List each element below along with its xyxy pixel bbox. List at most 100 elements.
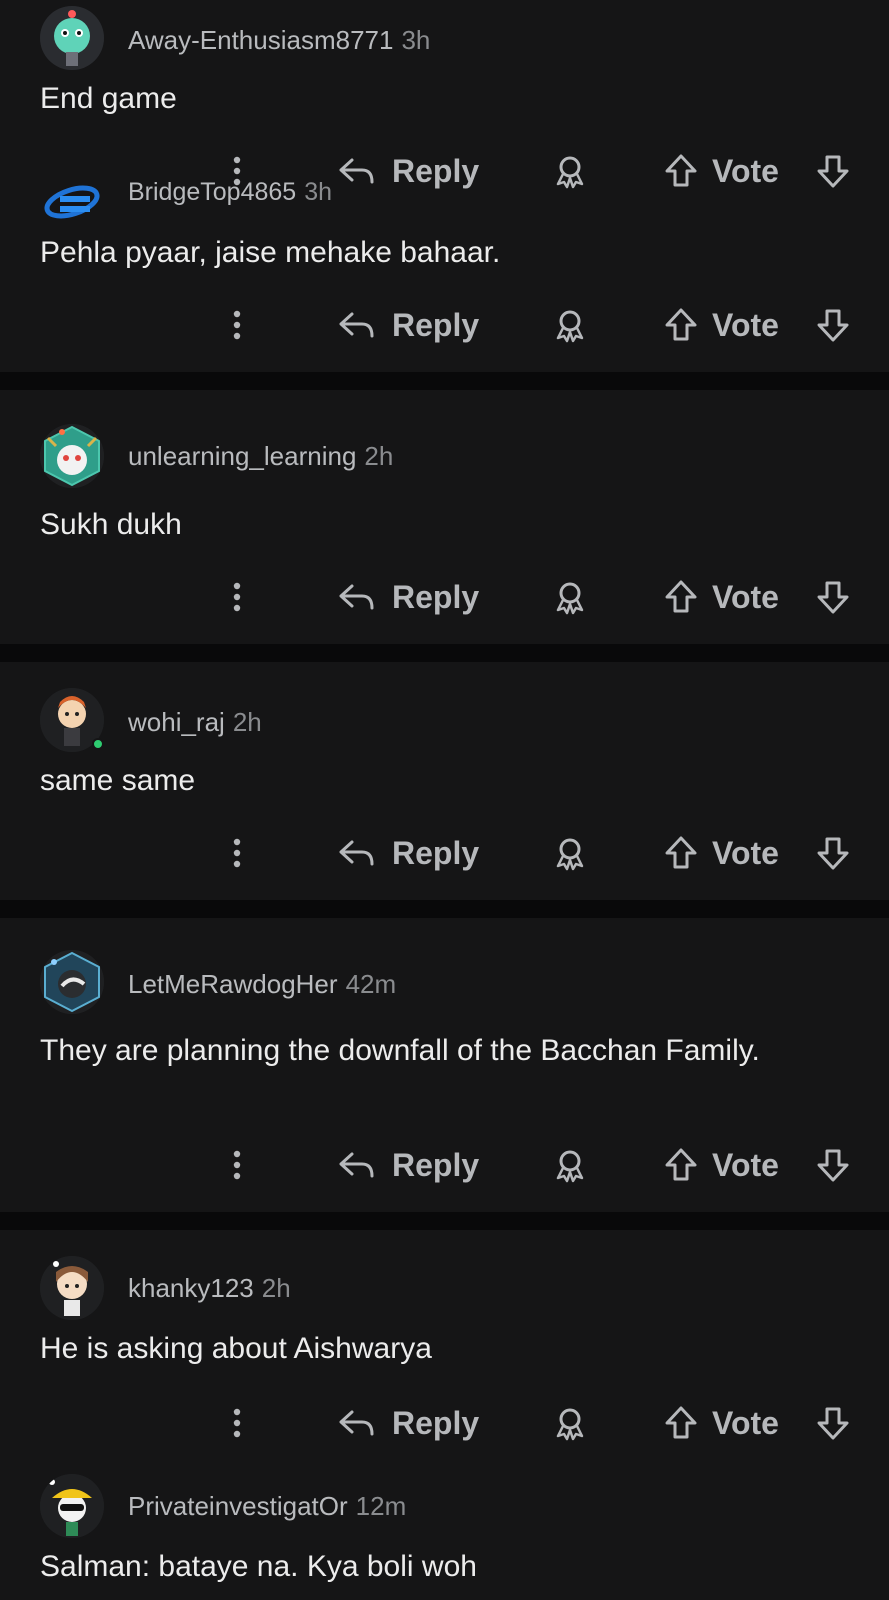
avatar[interactable] [40,424,104,488]
more-vertical-icon [233,1408,241,1438]
downvote-button[interactable] [816,1398,850,1448]
comment-meta: PrivateinvestigatOr 12m [128,1490,406,1522]
downvote-arrow-icon [817,1407,849,1440]
upvote-button[interactable]: Vote [664,146,779,196]
award-icon [556,156,584,189]
downvote-arrow-icon [817,155,849,188]
username[interactable]: wohi_raj [128,707,225,737]
more-options-button[interactable] [222,1398,252,1448]
award-button[interactable] [552,146,588,196]
timestamp: 2h [364,441,394,471]
avatar[interactable] [40,950,104,1014]
more-vertical-icon [233,582,241,612]
award-button[interactable] [552,1398,588,1448]
vote-label: Vote [712,152,779,189]
avatar[interactable] [40,1474,104,1538]
reply-button[interactable]: Reply [338,300,479,350]
more-options-button[interactable] [222,1140,252,1190]
username[interactable]: Away-Enthusiasm8771 [128,25,393,55]
comment-actions: Reply Vote [0,828,889,878]
reply-button[interactable]: Reply [338,1140,479,1190]
more-options-button[interactable] [222,828,252,878]
online-status-indicator [92,738,104,750]
timestamp: 3h [304,178,333,206]
comment-actions: Reply Vote [0,1140,889,1190]
timestamp: 42m [345,969,397,999]
more-options-button[interactable] [222,300,252,350]
avatar[interactable] [40,6,104,70]
upvote-button[interactable]: Vote [664,1398,779,1448]
comment-divider [0,644,889,662]
avatar[interactable] [40,178,110,222]
award-icon [556,582,584,615]
comment-divider [0,372,889,390]
comment-actions: Reply Vote [0,300,889,350]
comment-meta: Away-Enthusiasm8771 3h [128,24,430,56]
downvote-arrow-icon [817,837,849,870]
more-vertical-icon [233,1150,241,1180]
vote-label: Vote [712,306,779,343]
comment-text: same same [40,764,196,797]
reply-button[interactable]: Reply [338,146,479,196]
award-button[interactable] [552,828,588,878]
comment-actions: Reply Vote [0,572,889,622]
upvote-button[interactable]: Vote [664,300,779,350]
comment-meta: wohi_raj 2h [128,706,262,738]
comment-text: End game [40,82,177,115]
reply-button[interactable]: Reply [338,1398,479,1448]
username[interactable]: LetMeRawdogHer [128,969,338,999]
timestamp: 2h [261,1273,291,1303]
username[interactable]: khanky123 [128,1273,254,1303]
more-vertical-icon [233,838,241,868]
upvote-arrow-icon [665,836,697,869]
upvote-button[interactable]: Vote [664,828,779,878]
award-button[interactable] [552,300,588,350]
username[interactable]: BridgeTop4865 [128,178,296,206]
username[interactable]: unlearning_learning [128,441,356,471]
comment-text: They are planning the downfall of the Ba… [40,1034,760,1067]
award-icon [556,1150,584,1183]
username[interactable]: PrivateinvestigatOr [128,1491,348,1521]
comment-text: Sukh dukh [40,508,182,541]
downvote-arrow-icon [817,1149,849,1182]
vote-label: Vote [712,1146,779,1183]
upvote-button[interactable]: Vote [664,572,779,622]
comment-text: Pehla pyaar, jaise mehake bahaar. [40,236,501,269]
upvote-arrow-icon [665,1148,697,1181]
downvote-button[interactable] [816,828,850,878]
upvote-arrow-icon [665,154,697,187]
downvote-arrow-icon [817,581,849,614]
reply-button[interactable]: Reply [338,828,479,878]
award-icon [556,1408,584,1441]
reply-label: Reply [392,834,480,871]
comment-divider [0,900,889,918]
reply-button[interactable]: Reply [338,572,479,622]
downvote-button[interactable] [816,1140,850,1190]
downvote-button[interactable] [816,146,850,196]
more-vertical-icon [233,310,241,340]
reply-label: Reply [392,1404,480,1441]
award-icon [556,310,584,343]
comment-actions: Reply Vote [0,1398,889,1448]
reply-arrow-icon [339,158,374,184]
award-button[interactable] [552,1140,588,1190]
downvote-button[interactable] [816,300,850,350]
comment-text: Salman: bataye na. Kya boli woh [40,1550,477,1583]
comment-meta: unlearning_learning 2h [128,440,393,472]
comment-meta: BridgeTop4865 3h [128,176,332,208]
vote-label: Vote [712,578,779,615]
reply-label: Reply [392,306,480,343]
reply-arrow-icon [339,584,374,610]
award-button[interactable] [552,572,588,622]
comment-meta: LetMeRawdogHer 42m [128,968,396,1000]
reply-arrow-icon [339,1410,374,1436]
avatar[interactable] [40,1256,104,1320]
vote-label: Vote [712,1404,779,1441]
upvote-button[interactable]: Vote [664,1140,779,1190]
upvote-arrow-icon [665,308,697,341]
downvote-button[interactable] [816,572,850,622]
more-options-button[interactable] [222,572,252,622]
downvote-arrow-icon [817,309,849,342]
reply-arrow-icon [339,1152,374,1178]
reply-label: Reply [392,152,480,189]
